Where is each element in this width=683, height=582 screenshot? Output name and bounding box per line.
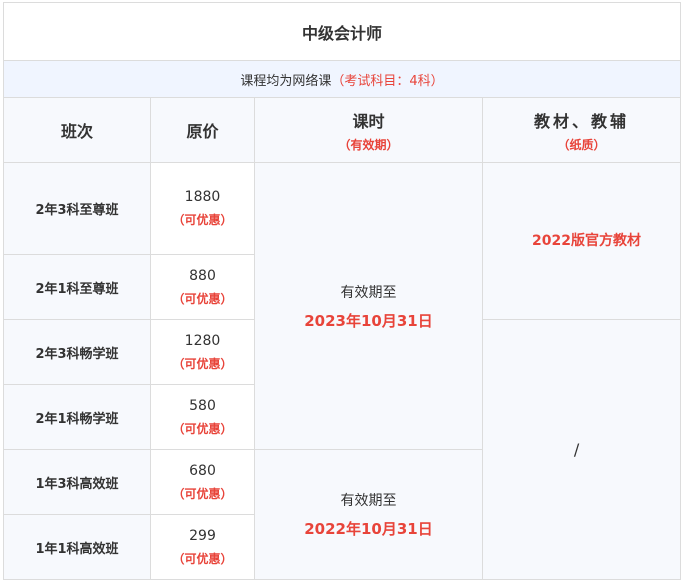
class-name: 2年1科畅学班 [3,384,151,450]
discount-label: （可优惠） [172,486,233,501]
header-class-label: 班次 [60,122,93,141]
price-cell: 880 （可优惠） [150,254,255,320]
validity-cell-2022: 有效期至 2022年10月31日 [254,449,483,580]
price-value: 880 [189,267,216,284]
header-hours-sub: （有效期） [338,137,399,152]
course-note: 课程均为网络课（考试科目：4科） [2,60,682,98]
header-price-label: 原价 [186,122,219,141]
header-materials-label: 教材、教辅 [534,111,630,131]
discount-label: （可优惠） [172,213,233,227]
course-price-table: 中级会计师 课程均为网络课（考试科目：4科） 班次 原价 课时 （有效期） 教材… [2,2,682,580]
discount-label: （可优惠） [172,421,233,436]
validity-label: 有效期至 [340,493,397,509]
class-name: 2年3科畅学班 [3,319,151,385]
price-cell: 1280 （可优惠） [150,319,255,385]
note-text: 课程均为网络课 [240,73,332,89]
price-value: 1280 [184,332,221,349]
price-value: 680 [189,462,216,479]
table-title: 中级会计师 [2,2,682,61]
header-hours-label: 课时 [352,111,385,131]
price-cell: 580 （可优惠） [150,384,255,450]
price-cell: 680 （可优惠） [150,449,255,515]
discount-label: （可优惠） [172,551,233,566]
class-name: 2年1科至尊班 [3,254,151,320]
page: 中级会计师 课程均为网络课（考试科目：4科） 班次 原价 课时 （有效期） 教材… [0,0,683,582]
header-materials: 教材、教辅 （纸质） [481,97,682,163]
validity-label: 有效期至 [340,284,397,301]
price-cell: 1880 （可优惠） [150,162,255,255]
price-cell: 299 （可优惠） [150,514,255,580]
validity-date: 2023年10月31日 [304,311,433,330]
header-price: 原价 [150,97,255,163]
materials-cell-book: 2022版官方教材 [481,162,682,320]
validity-cell-2023: 有效期至 2023年10月31日 [254,162,483,450]
materials-cell-none: / [481,319,682,580]
materials-none-text: / [573,440,580,459]
price-value: 299 [189,527,216,544]
class-name: 1年1科高效班 [3,514,151,580]
validity-date: 2022年10月31日 [304,520,433,538]
header-hours: 课时 （有效期） [254,97,483,163]
header-class: 班次 [3,97,151,163]
class-name: 2年3科至尊班 [3,162,151,255]
price-value: 580 [189,397,216,414]
note-highlight: （考试科目：4科） [331,73,444,89]
discount-label: （可优惠） [172,291,233,306]
class-name: 1年3科高效班 [3,449,151,515]
table-row: 2年3科至尊班 1880 （可优惠） 有效期至 2023年10月31日 2022… [3,162,682,450]
discount-label: （可优惠） [172,356,233,371]
materials-book-text: 2022版官方教材 [532,232,641,249]
price-value: 1880 [184,189,221,205]
header-materials-sub: （纸质） [557,137,606,152]
